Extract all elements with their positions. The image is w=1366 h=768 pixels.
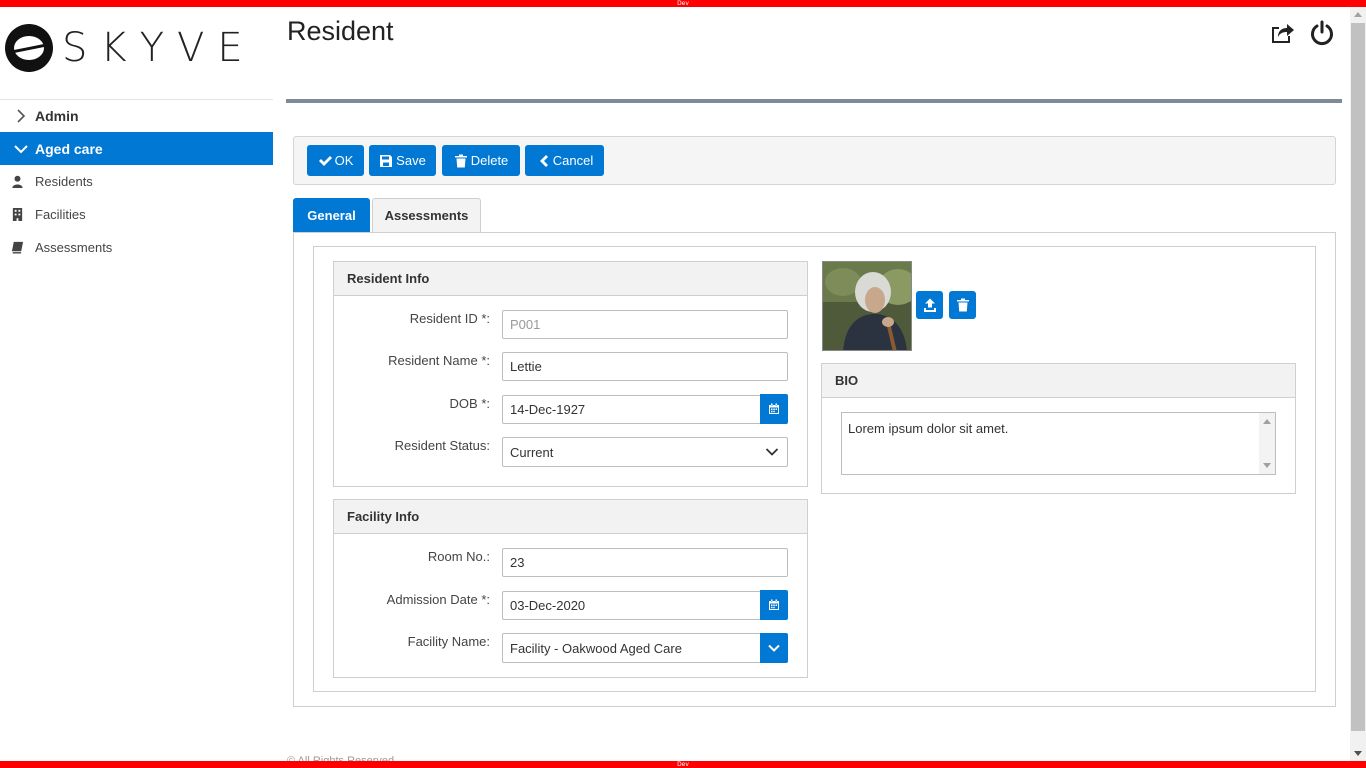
room-value: 23: [510, 555, 525, 570]
facility-name-value: Facility - Oakwood Aged Care: [510, 640, 682, 656]
admission-date-field[interactable]: 03-Dec-2020: [502, 591, 761, 620]
cancel-button[interactable]: Cancel: [525, 145, 604, 176]
cancel-button-label: Cancel: [552, 153, 594, 168]
dob-value: 14-Dec-1927: [510, 402, 586, 417]
scroll-down-icon: [1263, 463, 1271, 468]
facility-name-select[interactable]: Facility - Oakwood Aged Care: [502, 633, 761, 663]
trash-icon: [956, 298, 969, 312]
resident-name-value: Lettie: [510, 359, 542, 374]
delete-button-label: Delete: [470, 153, 509, 168]
title-divider: [286, 99, 1342, 103]
admission-date-value: 03-Dec-2020: [510, 598, 586, 613]
admission-date-label: Admission Date *:: [386, 592, 490, 607]
delete-button[interactable]: Delete: [442, 145, 520, 176]
save-button[interactable]: Save: [369, 145, 436, 176]
bio-text: Lorem ipsum dolor sit amet.: [848, 421, 1009, 436]
env-label: Dev: [677, 761, 689, 768]
tab-general[interactable]: General: [293, 198, 370, 232]
save-icon: [380, 154, 393, 167]
logo-text: SKYVE: [62, 25, 256, 71]
tab-label: Assessments: [384, 208, 469, 223]
share-icon: [1272, 24, 1294, 43]
sidebar-item-facilities[interactable]: Facilities: [0, 198, 273, 231]
logout-button[interactable]: [1309, 20, 1335, 46]
admission-calendar-button[interactable]: [760, 590, 788, 620]
env-banner-bottom: Dev: [0, 761, 1366, 768]
building-icon: [12, 208, 23, 221]
action-toolbar: OK Save Delete Cancel: [293, 136, 1336, 185]
ok-button-label: OK: [334, 153, 354, 168]
resident-name-field[interactable]: Lettie: [502, 352, 788, 381]
scrollbar-thumb[interactable]: [1351, 23, 1365, 731]
calendar-icon: [769, 599, 779, 610]
delete-photo-button[interactable]: [949, 291, 976, 319]
scroll-up-icon: [1354, 12, 1362, 17]
sidebar-item-label: Assessments: [35, 240, 113, 255]
scroll-down-icon: [1354, 751, 1362, 756]
ok-button[interactable]: OK: [307, 145, 364, 176]
tab-label: General: [307, 207, 356, 223]
trash-icon: [454, 154, 467, 167]
resident-name-label: Resident Name *:: [388, 353, 490, 368]
resident-status-value: Current: [510, 444, 554, 460]
chevron-right-icon: [17, 109, 26, 123]
env-banner-top: Dev: [0, 0, 1366, 7]
panel-title: Resident Info: [334, 262, 807, 296]
facility-dropdown-button[interactable]: [760, 633, 788, 663]
bio-scrollbar[interactable]: [1259, 413, 1275, 474]
sidebar-item-assessments[interactable]: Assessments: [0, 231, 273, 264]
share-button[interactable]: [1269, 20, 1295, 46]
sidebar-item-label: Residents: [35, 174, 93, 189]
check-icon: [318, 155, 332, 166]
resident-status-label: Resident Status:: [394, 438, 490, 453]
upload-photo-button[interactable]: [916, 291, 943, 319]
user-icon: [12, 175, 23, 188]
sidebar-group-label: Admin: [35, 108, 79, 124]
panel-title: BIO: [822, 364, 1295, 398]
dob-calendar-button[interactable]: [760, 394, 788, 424]
room-field[interactable]: 23: [502, 548, 788, 577]
chevron-down-icon: [14, 144, 28, 153]
resident-photo-image: [823, 262, 911, 350]
page-title: Resident: [287, 16, 394, 46]
sidebar-item-label: Facilities: [35, 207, 86, 222]
sidebar-item-residents[interactable]: Residents: [0, 165, 273, 198]
bio-textarea[interactable]: Lorem ipsum dolor sit amet.: [841, 412, 1276, 475]
save-button-label: Save: [396, 153, 426, 168]
sidebar: Admin Aged care Residents Facilities Ass…: [0, 99, 273, 264]
dob-field[interactable]: 14-Dec-1927: [502, 395, 761, 424]
logo[interactable]: SKYVE: [4, 23, 256, 73]
resident-id-field: P001: [502, 310, 788, 339]
resident-photo: [822, 261, 912, 351]
upload-icon: [923, 298, 936, 312]
calendar-icon: [769, 403, 779, 414]
book-icon: [11, 241, 24, 254]
chevron-down-icon: [765, 448, 779, 456]
page-scrollbar[interactable]: [1350, 7, 1366, 761]
chevron-left-icon: [539, 154, 548, 167]
skyve-logo-icon: [5, 24, 53, 72]
sidebar-group-aged-care[interactable]: Aged care: [0, 132, 273, 165]
resident-id-label: Resident ID *:: [409, 311, 490, 326]
resident-id-value: P001: [510, 317, 541, 332]
tab-assessments[interactable]: Assessments: [372, 198, 481, 232]
sidebar-group-label: Aged care: [35, 140, 103, 157]
dob-label: DOB *:: [449, 396, 490, 411]
room-label: Room No.:: [427, 549, 490, 564]
panel-title: Facility Info: [334, 500, 807, 534]
power-icon: [1311, 20, 1333, 46]
resident-status-select[interactable]: Current: [502, 437, 788, 467]
chevron-down-icon: [768, 644, 780, 652]
sidebar-group-admin[interactable]: Admin: [0, 99, 273, 132]
scroll-up-icon: [1263, 419, 1271, 424]
facility-name-label: Facility Name:: [407, 634, 490, 649]
env-label: Dev: [677, 0, 689, 7]
